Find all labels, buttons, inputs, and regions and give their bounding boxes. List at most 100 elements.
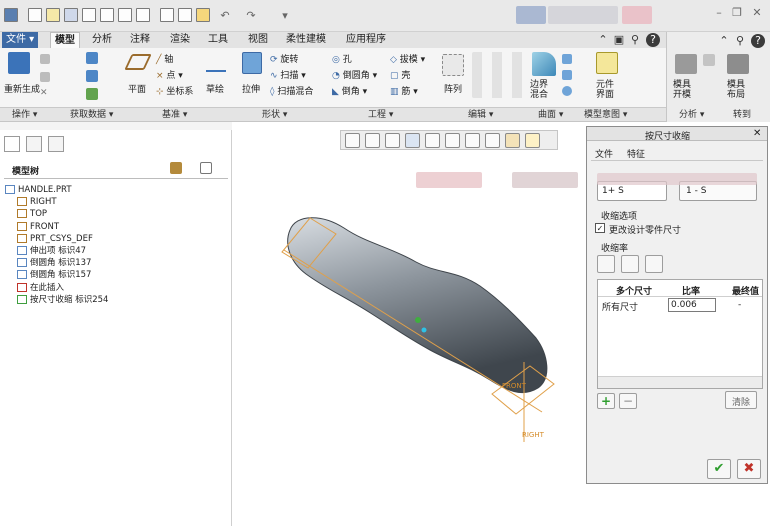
tile-icon[interactable]: ▣ <box>612 33 626 47</box>
freestyle-icon[interactable] <box>562 70 572 80</box>
help-icon[interactable]: ? <box>751 34 765 48</box>
round-button[interactable]: ◔ 倒圆角 ▾ <box>332 68 377 81</box>
mold-tool-icon[interactable] <box>703 54 715 66</box>
restore-button[interactable]: ❐ <box>730 6 744 20</box>
boundary-blend-button[interactable]: 边界混合 <box>530 80 556 100</box>
group-editing[interactable]: 编辑 ▾ <box>468 108 493 122</box>
tab-annotate[interactable]: 注释 <box>126 32 154 48</box>
csys-button[interactable]: ⊹ 坐标系 <box>156 84 193 97</box>
mold-open-button[interactable]: 模具开模 <box>673 80 699 100</box>
select-dimension-icon[interactable] <box>597 255 615 273</box>
component-interface-button[interactable]: 元件界面 <box>596 80 620 100</box>
tree-item[interactable]: PRT_CSYS_DEF <box>17 233 93 245</box>
edit-tools-icon[interactable] <box>472 52 532 98</box>
group-goto[interactable]: 转到 <box>733 108 751 122</box>
zoom-out-icon[interactable] <box>385 133 400 148</box>
cancel-button[interactable]: ✖ <box>737 459 761 479</box>
search-icon[interactable]: ⚲ <box>628 33 642 47</box>
group-model-intent[interactable]: 模型意图 ▾ <box>584 108 627 122</box>
pattern-button[interactable]: 阵列 <box>444 82 462 95</box>
sort-dimension-icon[interactable] <box>645 255 663 273</box>
refit-icon[interactable] <box>345 133 360 148</box>
close-window-icon[interactable] <box>136 8 150 22</box>
copy-geometry-icon[interactable] <box>86 52 98 64</box>
tree-item[interactable]: 在此插入 <box>17 282 64 294</box>
display-style-icon[interactable] <box>425 133 440 148</box>
tab-applications[interactable]: 应用程序 <box>342 32 390 48</box>
group-datum[interactable]: 基准 ▾ <box>162 108 187 122</box>
group-surfaces[interactable]: 曲面 ▾ <box>538 108 563 122</box>
rib-button[interactable]: ▥ 筋 ▾ <box>390 84 418 97</box>
group-shapes[interactable]: 形状 ▾ <box>262 108 287 122</box>
tab-analysis[interactable]: 分析 <box>88 32 116 48</box>
boundary-blend-icon[interactable] <box>532 52 556 76</box>
tree-item[interactable]: 倒圆角 标识137 <box>17 257 91 269</box>
group-engineering[interactable]: 工程 ▾ <box>368 108 393 122</box>
folder-icon[interactable] <box>196 8 210 22</box>
save-copy-icon[interactable] <box>82 8 96 22</box>
tab-model[interactable]: 模型 <box>50 32 80 48</box>
mold-layout-icon[interactable] <box>727 54 749 74</box>
regenerate-icon[interactable] <box>100 8 114 22</box>
select-feature-icon[interactable] <box>621 255 639 273</box>
save-icon[interactable] <box>64 8 78 22</box>
tab-view[interactable]: 视图 <box>244 32 272 48</box>
revolve-button[interactable]: ⟳ 旋转 <box>270 52 298 65</box>
handle-part-body[interactable] <box>287 217 548 393</box>
tree-item[interactable]: 按尺寸收缩 标识254 <box>17 294 108 306</box>
plane-icon[interactable] <box>124 54 152 70</box>
remove-row-button[interactable]: − <box>619 393 637 409</box>
tree-item[interactable]: 倒圆角 标识157 <box>17 269 91 281</box>
axis-button[interactable]: ╱ 轴 <box>156 52 173 65</box>
style-icon[interactable] <box>562 86 572 96</box>
window-icon[interactable] <box>118 8 132 22</box>
ok-button[interactable]: ✔ <box>707 459 731 479</box>
mold-open-icon[interactable] <box>675 54 697 74</box>
group-get-data[interactable]: 获取数据 ▾ <box>70 108 113 122</box>
file-menu[interactable]: 文件 ▾ <box>2 32 39 48</box>
regenerate-icon[interactable] <box>8 52 30 74</box>
sweep-button[interactable]: ∿ 扫描 ▾ <box>270 68 306 81</box>
dialog-close-icon[interactable]: ✕ <box>753 128 761 139</box>
model-tree-tab-icon[interactable] <box>4 136 20 152</box>
ribbon-minimize-icon[interactable]: ⌃ <box>596 33 610 47</box>
render-icon[interactable] <box>178 8 192 22</box>
new-file-icon[interactable] <box>28 8 42 22</box>
add-row-button[interactable]: + <box>597 393 615 409</box>
favorites-tab-icon[interactable] <box>48 136 64 152</box>
extrude-icon[interactable] <box>242 52 262 74</box>
mold-layout-button[interactable]: 模具布局 <box>727 80 753 100</box>
table-horizontal-scrollbar[interactable] <box>598 376 762 388</box>
component-interface-icon[interactable] <box>596 52 618 74</box>
sketch-icon[interactable] <box>206 54 226 72</box>
tree-item[interactable]: FRONT <box>17 221 59 233</box>
fill-icon[interactable] <box>562 54 572 64</box>
user-defined-feature-icon[interactable] <box>86 88 98 100</box>
open-file-icon[interactable] <box>46 8 60 22</box>
tree-columns-icon[interactable] <box>200 162 212 174</box>
tree-settings-icon[interactable] <box>170 162 182 174</box>
tree-item[interactable]: TOP <box>17 208 47 220</box>
tree-item[interactable]: HANDLE.PRT <box>5 184 72 196</box>
shrinkwrap-icon[interactable] <box>86 70 98 82</box>
perspective-icon[interactable] <box>485 133 500 148</box>
undo-icon[interactable]: ↶ <box>218 9 232 23</box>
plane-button[interactable]: 平面 <box>128 82 146 95</box>
ratio-input[interactable]: 0.006 <box>668 298 716 312</box>
help-icon[interactable]: ? <box>646 33 660 47</box>
pattern-icon[interactable] <box>442 54 464 76</box>
zoom-in-icon[interactable] <box>365 133 380 148</box>
group-operations[interactable]: 操作 ▾ <box>12 108 37 122</box>
tree-item[interactable]: RIGHT <box>17 196 57 208</box>
customize-dropdown-icon[interactable]: ▾ <box>278 9 292 23</box>
group-analysis[interactable]: 分析 ▾ <box>679 108 704 122</box>
datum-display-icon[interactable] <box>505 133 520 148</box>
hole-button[interactable]: ◎ 孔 <box>332 52 352 65</box>
copy-icon[interactable] <box>40 54 50 64</box>
tree-item[interactable]: 伸出项 标识47 <box>17 245 86 257</box>
settings-icon[interactable] <box>160 8 174 22</box>
regenerate-button[interactable]: 重新生成 <box>4 82 40 95</box>
minimize-button[interactable]: – <box>712 6 726 20</box>
swept-blend-button[interactable]: ◊ 扫描混合 <box>270 84 313 97</box>
dialog-menu-file[interactable]: 文件 <box>595 147 613 160</box>
